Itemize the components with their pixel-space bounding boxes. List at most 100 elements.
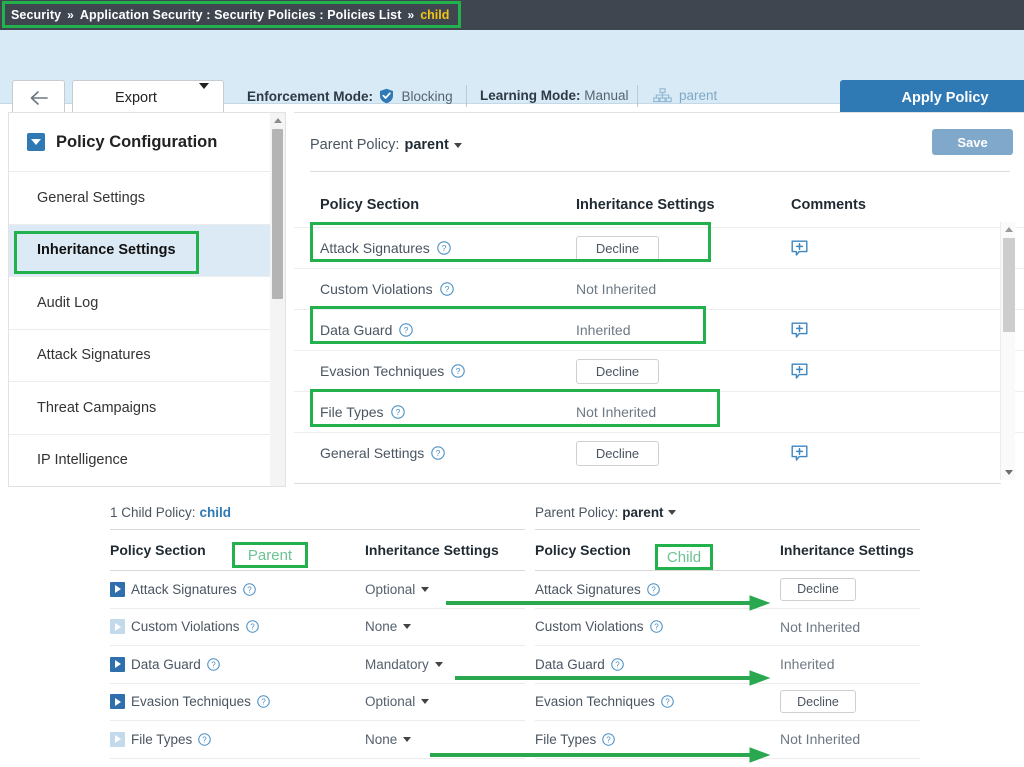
parent-policy-caption: Parent Policy: parent	[535, 495, 920, 529]
sidebar-scrollbar[interactable]	[270, 112, 286, 487]
breadcrumb-root[interactable]: Security	[11, 8, 61, 22]
breadcrumb-separator-1: »	[67, 8, 74, 22]
scroll-up-icon[interactable]	[274, 118, 282, 123]
inheritance-select[interactable]: Mandatory	[365, 657, 443, 672]
expand-row-icon[interactable]	[110, 581, 125, 597]
help-icon[interactable]: ?	[661, 695, 674, 709]
inheritance-select-value: None	[365, 731, 398, 747]
help-icon[interactable]: ?	[245, 620, 259, 634]
policy-section-label: Attack Signatures	[131, 581, 237, 597]
inheritance-select[interactable]: None	[365, 619, 412, 634]
breadcrumb: Security » Application Security : Securi…	[0, 0, 1024, 30]
inheritance-select[interactable]: Optional	[365, 582, 430, 597]
table-scrollbar[interactable]	[1000, 222, 1015, 480]
svg-text:?: ?	[444, 284, 449, 294]
expand-row-icon[interactable]	[110, 656, 125, 672]
help-icon[interactable]: ?	[207, 657, 220, 671]
chevron-down-icon	[421, 699, 430, 705]
learning-mode-label: Learning Mode:	[480, 88, 581, 103]
add-comment-icon[interactable]	[791, 322, 931, 339]
svg-text:?: ?	[203, 735, 208, 744]
table-row: Custom Violations ? Not Inherited	[535, 609, 920, 646]
help-icon[interactable]: ?	[439, 282, 454, 296]
policy-section-label: Data Guard	[131, 656, 201, 672]
collapse-toggle-icon[interactable]	[27, 133, 45, 151]
child-policy-caption-prefix: 1 Child Policy:	[110, 504, 196, 520]
sidebar-item-inheritance-settings[interactable]: Inheritance Settings	[9, 223, 270, 276]
sidebar-item-label: Threat Campaigns	[37, 399, 157, 416]
help-icon[interactable]: ?	[602, 732, 616, 746]
sidebar-item-attack-signatures[interactable]: Attack Signatures	[9, 328, 270, 381]
expand-row-icon[interactable]	[110, 619, 125, 635]
child-policy-caption: 1 Child Policy: child	[110, 495, 525, 529]
help-icon[interactable]: ?	[390, 405, 405, 419]
chevron-down-icon[interactable]	[453, 142, 462, 148]
help-icon[interactable]: ?	[647, 582, 660, 596]
inheritance-decline-button[interactable]: Decline	[576, 440, 659, 466]
sidebar-title-label: Policy Configuration	[56, 132, 218, 151]
scroll-up-icon[interactable]	[1004, 227, 1013, 232]
help-icon[interactable]: ?	[257, 695, 270, 709]
chevron-down-icon[interactable]	[667, 509, 676, 515]
help-icon[interactable]: ?	[649, 620, 663, 634]
apply-policy-label: Apply Policy	[901, 90, 989, 106]
inheritance-decline-button[interactable]: Decline	[576, 358, 659, 384]
sidebar-item-ip-intelligence[interactable]: IP Intelligence	[9, 433, 270, 486]
help-icon[interactable]: ?	[451, 364, 466, 378]
table-row: File Types ? Not Inherited	[294, 391, 1024, 432]
inheritance-decline-button[interactable]: Decline	[576, 235, 659, 261]
inheritance-select[interactable]: Optional	[365, 694, 430, 709]
svg-text:?: ?	[247, 585, 252, 594]
table-row: Evasion Techniques ? Optional	[110, 684, 525, 721]
svg-text:?: ?	[211, 660, 216, 669]
expand-row-icon[interactable]	[110, 694, 125, 710]
export-button[interactable]: Export	[72, 80, 224, 115]
expand-row-icon[interactable]	[110, 731, 125, 747]
help-icon[interactable]: ?	[611, 657, 624, 671]
child-policy-caption-value[interactable]: child	[200, 505, 232, 520]
svg-text:?: ?	[665, 698, 670, 707]
inheritance-decline-button[interactable]: Decline	[780, 577, 856, 601]
inheritance-settings-panel: Parent Policy: parent Save Policy Sectio…	[294, 112, 1024, 487]
column-header-policy-section: Policy Section	[535, 542, 631, 558]
help-icon[interactable]: ?	[431, 446, 446, 460]
policy-section-label: General Settings	[320, 445, 425, 461]
chevron-down-icon	[434, 661, 443, 667]
panel-bottom-divider	[294, 483, 1001, 484]
sidebar-item-general-settings[interactable]: General Settings	[9, 171, 270, 224]
parent-policy-caption-prefix: Parent Policy:	[535, 504, 619, 520]
column-header-policy-section: Policy Section	[110, 542, 206, 558]
chevron-down-icon	[421, 586, 430, 592]
scroll-down-icon[interactable]	[1004, 470, 1013, 475]
help-icon[interactable]: ?	[436, 241, 451, 255]
apply-policy-button[interactable]: Apply Policy	[840, 80, 1024, 116]
add-comment-icon[interactable]	[791, 240, 931, 257]
parent-policy-link[interactable]: parent	[653, 88, 717, 103]
sidebar-item-label: IP Intelligence	[37, 452, 128, 469]
inheritance-status-text: Inherited	[576, 322, 631, 338]
inheritance-decline-button[interactable]: Decline	[780, 690, 856, 714]
inheritance-status-text: Not Inherited	[780, 618, 861, 635]
help-icon[interactable]: ?	[243, 582, 256, 596]
help-icon[interactable]: ?	[198, 732, 212, 746]
policy-section-label: Evasion Techniques	[535, 694, 655, 710]
scrollbar-thumb[interactable]	[272, 129, 283, 299]
breadcrumb-path[interactable]: Application Security : Security Policies…	[80, 8, 402, 22]
inheritance-select[interactable]: None	[365, 731, 412, 747]
sidebar-item-audit-log[interactable]: Audit Log	[9, 276, 270, 329]
table-row: Data Guard ? Inherited	[535, 646, 920, 684]
add-comment-icon[interactable]	[791, 363, 931, 380]
table-header: Policy Section Inheritance Settings Comm…	[294, 183, 1024, 227]
svg-text:?: ?	[654, 623, 659, 632]
sidebar-item-label: General Settings	[37, 189, 146, 206]
sidebar-header[interactable]: Policy Configuration	[9, 113, 270, 171]
sidebar-item-threat-campaigns[interactable]: Threat Campaigns	[9, 381, 270, 434]
help-icon[interactable]: ?	[399, 323, 414, 337]
add-comment-icon[interactable]	[791, 445, 931, 462]
chevron-down-icon	[199, 82, 209, 107]
scrollbar-thumb[interactable]	[1002, 238, 1015, 332]
back-button[interactable]	[12, 80, 65, 115]
save-button[interactable]: Save	[932, 129, 1013, 155]
parent-policy-selector[interactable]: Parent Policy: parent	[310, 137, 462, 153]
column-header-inheritance-settings: Inheritance Settings	[576, 197, 715, 213]
